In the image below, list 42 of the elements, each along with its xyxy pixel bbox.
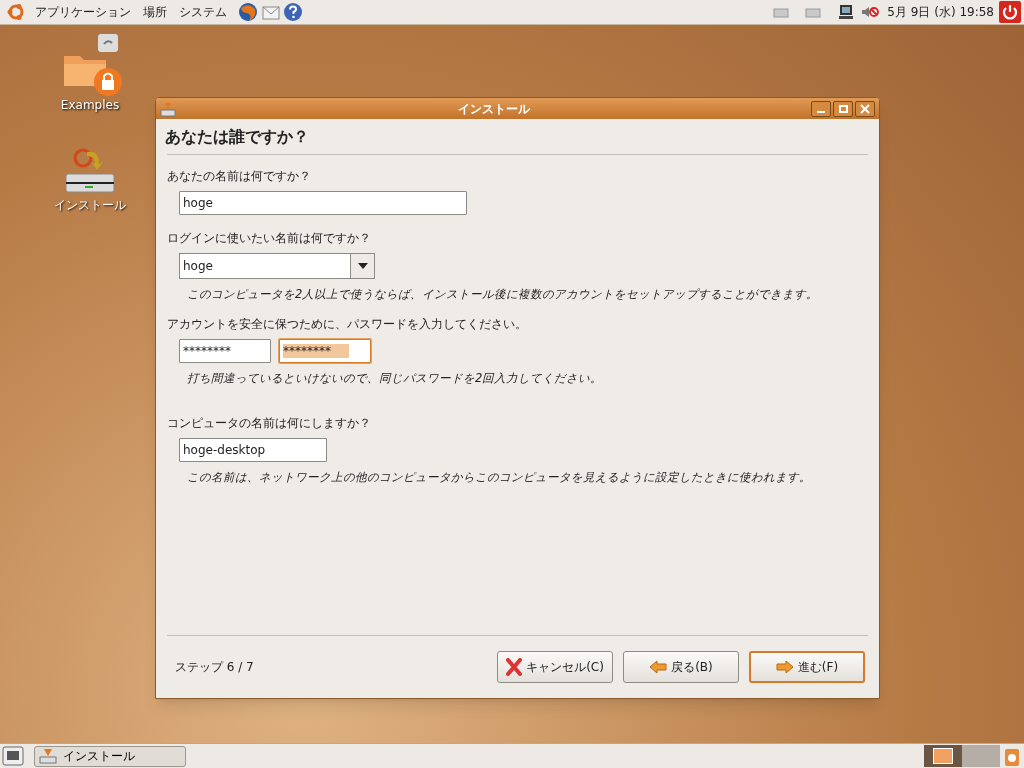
show-desktop-icon[interactable] — [2, 746, 24, 766]
text-field[interactable]: hoge — [179, 191, 467, 215]
installer-app-icon — [39, 748, 57, 764]
question-label: ログインに使いたい名前は何ですか？ — [167, 230, 372, 247]
power-button-icon[interactable] — [999, 1, 1021, 23]
browser-globe-icon[interactable] — [237, 1, 259, 23]
ubuntu-logo-icon[interactable] — [6, 2, 26, 22]
help-icon[interactable] — [283, 2, 303, 22]
question-label: アカウントを安全に保つために、パスワードを入力してください。 — [167, 316, 528, 334]
taskbar-button[interactable]: インストール — [34, 745, 186, 767]
back-button[interactable]: 戻る(B) — [623, 651, 739, 683]
password-field[interactable]: ******** — [179, 339, 271, 364]
close-icon — [860, 103, 870, 114]
page-heading: あなたは誰ですか？ — [165, 126, 310, 148]
menu-item[interactable]: システム — [173, 3, 233, 21]
menu-item[interactable]: 場所 — [137, 3, 173, 21]
network-monitor-icon[interactable] — [837, 3, 856, 21]
desktop-icon-label[interactable]: Examples — [60, 96, 120, 114]
hint-text: このコンピュータを2人以上で使うならば、インストール後に複数のアカウントをセットアップすることができます。 — [187, 286, 820, 303]
hint-text: 打ち間違っているといけないので、同じパスワードを2回入力してください。 — [187, 370, 604, 388]
focused-password-field[interactable]: ******** — [279, 339, 371, 364]
step-indicator: ステップ 6 / 7 — [175, 659, 254, 676]
login-combo-box[interactable]: hoge — [179, 253, 375, 279]
question-label: あなたの名前は何ですか？ — [167, 168, 312, 185]
right-arrow-icon — [775, 660, 794, 674]
close-button[interactable] — [855, 100, 875, 117]
forward-button[interactable]: 進む(F) — [749, 651, 865, 683]
question-label: コンピュータの名前は何にしますか？ — [167, 414, 372, 432]
left-arrow-icon — [649, 660, 668, 674]
workspace[interactable] — [924, 745, 962, 767]
minimize-button[interactable] — [811, 100, 831, 117]
text-field[interactable]: hoge-desktop — [179, 437, 327, 462]
clock[interactable]: 5月 9日 (水) 19:58 — [887, 3, 994, 21]
hint-text: この名前は、ネットワーク上の他のコンピュータからこのコンピュータを見えるように設定したときに使われます。 — [187, 468, 812, 486]
window-title: インストール — [456, 100, 531, 118]
volume-muted-icon[interactable] — [861, 4, 880, 20]
maximize-button[interactable] — [833, 100, 853, 117]
installer-app-icon — [160, 100, 176, 117]
installer-drive-icon — [63, 148, 117, 196]
cross-icon — [506, 658, 523, 676]
menu-item[interactable]: アプリケーション — [29, 3, 137, 21]
cancel-button[interactable]: キャンセル(C) — [497, 651, 613, 683]
